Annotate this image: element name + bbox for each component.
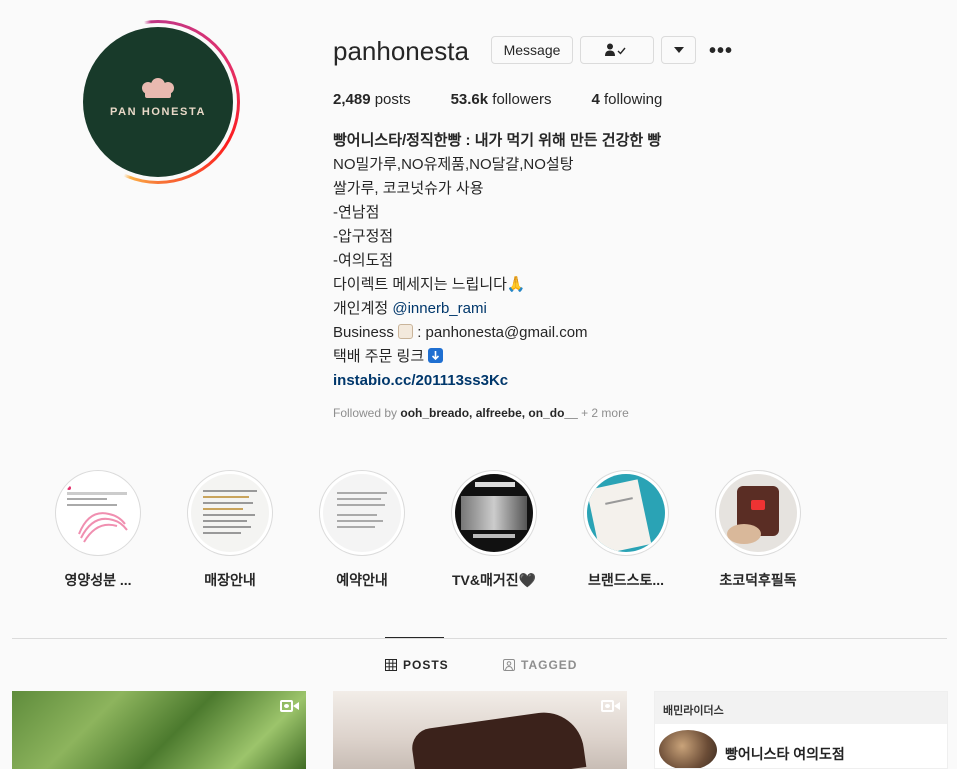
- video-icon: [601, 699, 621, 713]
- post-thumbnail[interactable]: [333, 691, 627, 769]
- highlight-label: 브랜드스토...: [587, 572, 665, 588]
- followed-by-more: + 2 more: [577, 406, 629, 420]
- profile-username: panhonesta: [333, 36, 469, 66]
- posts-stat: 2,489 posts: [333, 91, 411, 108]
- bio-name: 빵어니스타/정직한빵 : 내가 먹기 위해 만든 건강한 빵: [333, 132, 662, 149]
- highlight-item[interactable]: 영양성분 ...: [38, 470, 158, 590]
- bio-line: 다이렉트 메세지는 느립니다🙏: [333, 276, 526, 293]
- post-store-row: 빵어니스타 여의도점: [655, 724, 947, 768]
- highlight-cover-ring: [715, 470, 801, 556]
- following-count: 4: [591, 91, 600, 108]
- business-email: : panhonesta@gmail.com: [413, 324, 588, 341]
- following-label: following: [604, 91, 663, 108]
- down-arrow-emoji-icon: [428, 348, 444, 363]
- highlight-cover: [191, 474, 269, 552]
- highlight-cover: [587, 474, 665, 552]
- tab-posts[interactable]: POSTS: [385, 658, 449, 672]
- following-stat[interactable]: 4 following: [591, 91, 662, 108]
- profile-stats: 2,489 posts 53.6k followers 4 following: [333, 91, 662, 108]
- active-tab-indicator: [385, 637, 444, 638]
- store-title: 빵어니스타 여의도점: [725, 746, 845, 762]
- highlight-cover: [455, 474, 533, 552]
- post-header-text: 배민라이더스: [655, 692, 947, 724]
- highlight-cover-ring: [451, 470, 537, 556]
- highlight-item[interactable]: 예약안내: [302, 470, 422, 590]
- avatar-logo-text: PAN HONESTA: [109, 106, 207, 118]
- highlight-item[interactable]: 매장안내: [170, 470, 290, 590]
- bio-line: Business : panhonesta@gmail.com: [333, 321, 661, 345]
- bio-line: 쌀가루, 코코넛슈가 사용: [333, 180, 484, 197]
- bio-line-prefix: Business: [333, 324, 399, 341]
- followed-by-names: ooh_breado, alfreebe, on_do__: [400, 406, 578, 420]
- highlight-label: 예약안내: [336, 572, 388, 588]
- tab-tagged-label: TAGGED: [521, 658, 578, 672]
- highlight-cover-ring: [583, 470, 669, 556]
- grid-icon: [385, 659, 397, 671]
- bio-line: 개인계정 @innerb_rami: [333, 297, 661, 321]
- posts-count: 2,489: [333, 91, 371, 108]
- store-thumbnail: [659, 730, 717, 768]
- bio-line: 택배 주문 링크: [333, 345, 661, 369]
- following-button[interactable]: [580, 36, 654, 64]
- bio-line: NO밀가루,NO유제품,NO달걀,NO설탕: [333, 156, 574, 173]
- video-icon: [280, 699, 300, 713]
- personal-account-mention[interactable]: @innerb_rami: [392, 300, 486, 317]
- highlight-label: 초코덕후필독: [719, 572, 797, 588]
- highlight-cover-ring: [55, 470, 141, 556]
- highlight-label: 매장안내: [204, 572, 256, 588]
- highlight-label: TV&매거진🖤: [451, 572, 537, 588]
- highlight-cover-ring: [319, 470, 405, 556]
- more-options-icon[interactable]: •••: [709, 40, 733, 63]
- post-image-content: [409, 707, 587, 769]
- highlight-cover: [323, 474, 401, 552]
- suggested-dropdown-button[interactable]: [661, 36, 696, 64]
- bio-line-text: 택배 주문 링크: [333, 348, 425, 365]
- highlight-item[interactable]: 초코덕후필독: [698, 470, 818, 590]
- chef-hat-icon: [142, 78, 174, 98]
- tabs-divider: [12, 638, 947, 639]
- chevron-down-icon: [673, 47, 684, 53]
- posts-label: posts: [374, 91, 411, 108]
- person-check-icon: [605, 43, 626, 56]
- highlight-cover: [59, 474, 137, 552]
- highlight-label: 영양성분 ...: [64, 572, 132, 588]
- profile-bio: 빵어니스타/정직한빵 : 내가 먹기 위해 만든 건강한 빵 NO밀가루,NO유…: [333, 129, 661, 393]
- tab-posts-label: POSTS: [403, 658, 449, 672]
- highlight-cover: [719, 474, 797, 552]
- mailbox-emoji-icon: [398, 324, 414, 339]
- followed-by-prefix: Followed by: [333, 406, 401, 420]
- bio-line: -연남점: [333, 204, 380, 221]
- message-button[interactable]: Message: [491, 36, 573, 64]
- highlight-cover-ring: [187, 470, 273, 556]
- avatar[interactable]: PAN HONESTA: [83, 27, 233, 177]
- followers-stat[interactable]: 53.6k followers: [451, 91, 552, 108]
- bio-external-link[interactable]: instabio.cc/201113ss3Kc: [333, 369, 661, 393]
- bio-line: -여의도점: [333, 252, 394, 269]
- followed-by[interactable]: Followed by ooh_breado, alfreebe, on_do_…: [333, 406, 629, 420]
- followers-label: followers: [492, 91, 552, 108]
- post-thumbnail[interactable]: 배민라이더스 빵어니스타 여의도점: [654, 691, 948, 769]
- bio-line-prefix: 개인계정: [333, 300, 393, 317]
- post-thumbnail[interactable]: [12, 691, 306, 769]
- highlight-item[interactable]: 브랜드스토...: [566, 470, 686, 590]
- tagged-person-icon: [503, 659, 515, 671]
- tab-tagged[interactable]: TAGGED: [503, 658, 577, 672]
- followers-count: 53.6k: [450, 91, 489, 108]
- highlight-item[interactable]: TV&매거진🖤: [434, 470, 554, 590]
- bio-line: -압구정점: [333, 228, 394, 245]
